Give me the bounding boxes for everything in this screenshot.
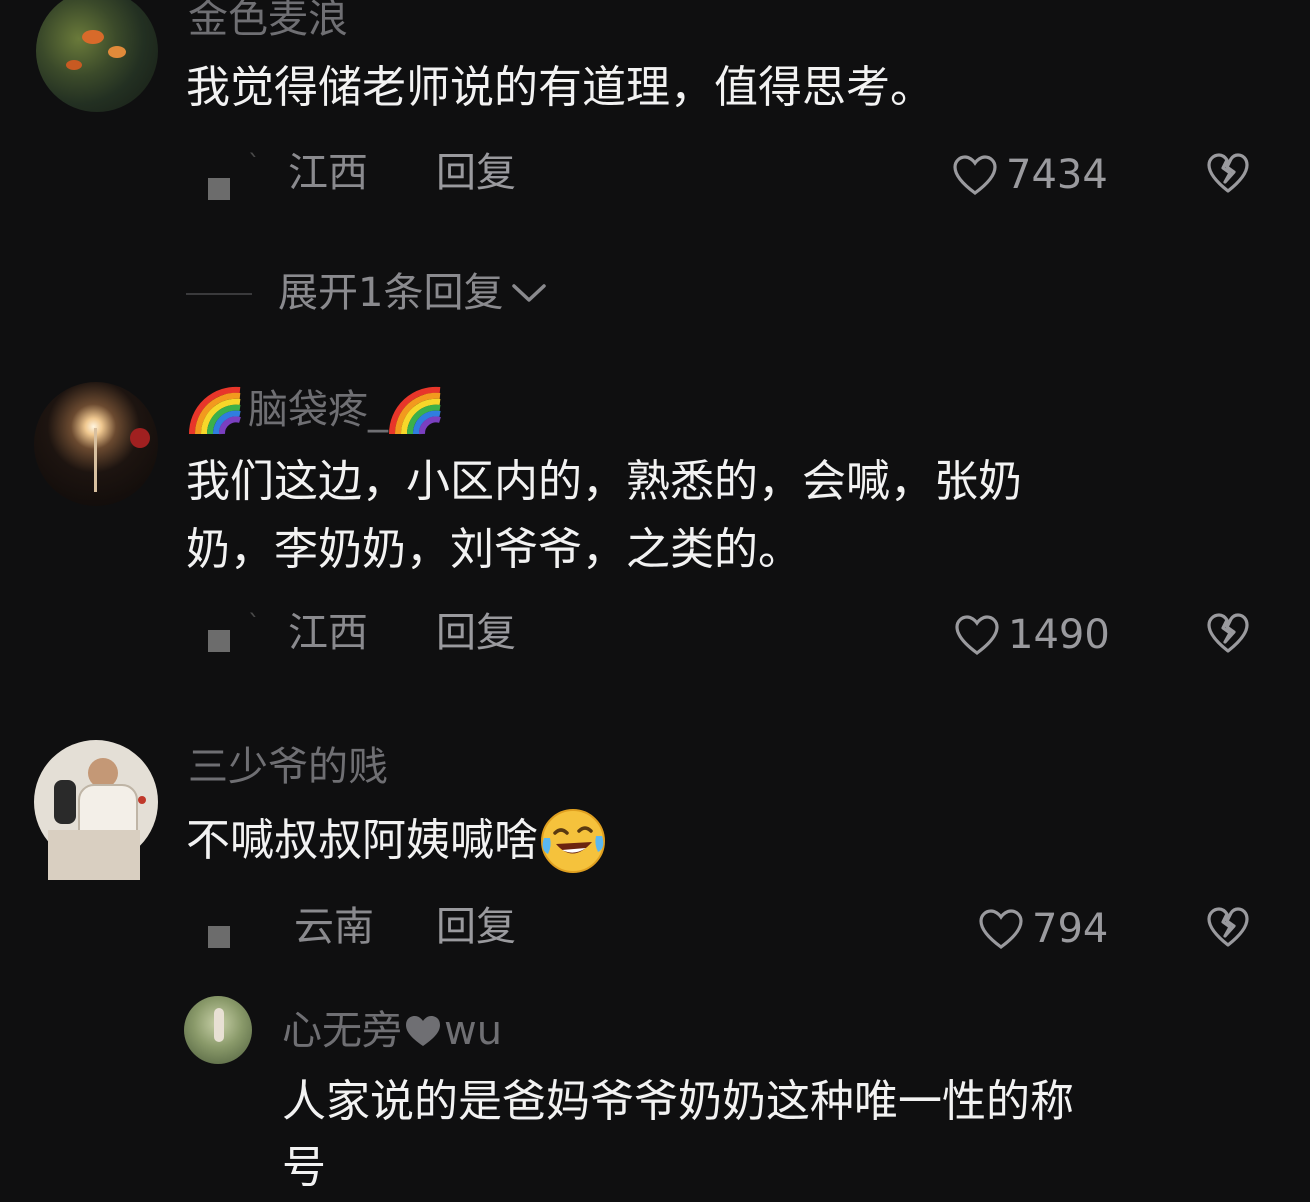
heart-filled-icon: [404, 1014, 442, 1048]
comment-text-line: 我们这边，小区内的，熟悉的，会喊，张奶: [186, 456, 1022, 507]
heart-outline-icon: [978, 908, 1024, 950]
rainbow-emoji: [388, 382, 444, 438]
username-row[interactable]: 脑袋疼_: [188, 382, 444, 438]
comment-location: 江西: [288, 150, 368, 196]
heart-broken-icon[interactable]: [1206, 612, 1250, 654]
location-dot: [208, 926, 230, 948]
reply-username-suffix: wu: [444, 1008, 503, 1054]
avatar-badge: [48, 830, 140, 880]
comment-text-row: 不喊叔叔阿姨喊啥: [186, 806, 608, 876]
reply-button[interactable]: 回复: [436, 150, 516, 196]
comment-location: 云南: [294, 904, 374, 950]
comment-username[interactable]: 三少爷的贱: [188, 744, 388, 790]
rainbow-emoji: [188, 382, 244, 438]
comment-username: 脑袋疼_: [248, 387, 388, 433]
like-count: 794: [1032, 906, 1109, 952]
reply-button[interactable]: 回复: [436, 610, 516, 656]
like-count: 1490: [1008, 612, 1110, 658]
expand-replies-label: 展开1条回复: [278, 270, 504, 316]
comment-location: 江西: [288, 610, 368, 656]
reply-text-line: 人家说的是爸妈爷爷奶奶这种唯一性的称: [282, 1076, 1074, 1127]
separator-mark: `: [248, 150, 260, 178]
heart-broken-icon[interactable]: [1206, 906, 1250, 948]
reply-text-line: 号: [282, 1142, 326, 1193]
like-button[interactable]: 1490: [954, 612, 1110, 658]
like-button[interactable]: 7434: [952, 152, 1108, 198]
expand-divider: [186, 293, 252, 295]
location-dot: [208, 178, 230, 200]
location-dot: [208, 630, 230, 652]
like-count: 7434: [1006, 152, 1108, 198]
avatar[interactable]: [184, 996, 252, 1064]
laughing-crying-emoji: [538, 806, 608, 876]
comment-text-line: 奶，李奶奶，刘爷爷，之类的。: [186, 524, 802, 575]
reply-button[interactable]: 回复: [436, 904, 516, 950]
chevron-down-icon: [511, 282, 547, 304]
heart-outline-icon: [952, 154, 998, 196]
reply-username-row[interactable]: 心无旁 wu: [282, 1008, 502, 1054]
comment-text: 我觉得储老师说的有道理，值得思考。: [186, 62, 934, 113]
heart-broken-icon[interactable]: [1206, 152, 1250, 194]
reply-username: 心无旁: [282, 1008, 402, 1054]
comment-text: 不喊叔叔阿姨喊啥: [186, 815, 538, 866]
avatar[interactable]: [34, 382, 158, 506]
avatar[interactable]: [36, 0, 158, 112]
comment-username[interactable]: 金色麦浪: [188, 0, 348, 42]
separator-mark: `: [248, 610, 260, 638]
like-button[interactable]: 794: [978, 906, 1108, 952]
expand-replies-button[interactable]: 展开1条回复: [278, 270, 547, 316]
heart-outline-icon: [954, 614, 1000, 656]
